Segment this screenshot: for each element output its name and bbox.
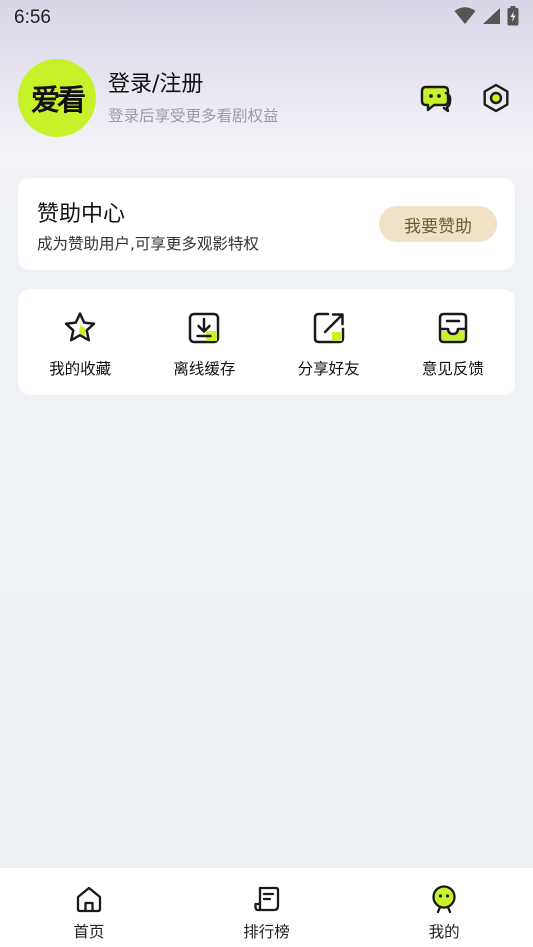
tab-label: 首页 [73, 923, 105, 941]
status-icons [454, 6, 519, 30]
status-bar: 6:56 [0, 0, 533, 36]
feature-label: 分享好友 [297, 360, 360, 378]
star-icon [61, 309, 99, 347]
battery-charging-icon [507, 6, 519, 30]
feature-offline-cache[interactable]: 离线缓存 [142, 289, 266, 395]
features-card: 我的收藏 离线缓存 分享好友 意见反馈 [18, 289, 515, 395]
sponsor-button[interactable]: 我要赞助 [379, 206, 497, 242]
profile-header: 爱看 登录/注册 登录后享受更多看剧权益 [18, 58, 515, 138]
tab-home[interactable]: 首页 [0, 868, 178, 947]
bottom-tab-bar: 首页 排行榜 我的 [0, 867, 533, 947]
profile-face-icon [429, 884, 459, 914]
signal-icon [482, 7, 501, 29]
tab-label: 排行榜 [243, 923, 290, 941]
feature-label: 意见反馈 [421, 360, 484, 378]
app-logo-text: 爱看 [30, 83, 86, 117]
tab-mine[interactable]: 我的 [355, 868, 533, 947]
tab-ranking[interactable]: 排行榜 [178, 868, 356, 947]
home-icon [74, 884, 104, 914]
login-register-title[interactable]: 登录/注册 [108, 70, 279, 100]
status-time: 6:56 [14, 7, 51, 28]
login-subtitle: 登录后享受更多看剧权益 [108, 107, 279, 125]
feedback-inbox-icon [434, 309, 472, 347]
feature-label: 离线缓存 [173, 360, 236, 378]
settings-icon[interactable] [479, 81, 513, 115]
avatar[interactable]: 爱看 [18, 59, 96, 137]
feature-share-friends[interactable]: 分享好友 [267, 289, 391, 395]
ranking-icon [252, 884, 282, 914]
message-icon[interactable] [419, 81, 453, 115]
sponsor-title: 赞助中心 [37, 202, 126, 227]
sponsor-center-card[interactable]: 赞助中心 成为赞助用户,可享更多观影特权 我要赞助 [18, 178, 515, 270]
feature-feedback[interactable]: 意见反馈 [391, 289, 515, 395]
sponsor-subtitle: 成为赞助用户,可享更多观影特权 [37, 235, 259, 253]
tab-label: 我的 [428, 923, 460, 941]
profile-actions [419, 81, 513, 115]
feature-label: 我的收藏 [49, 360, 112, 378]
share-icon [310, 309, 348, 347]
feature-favorites[interactable]: 我的收藏 [18, 289, 142, 395]
profile-info[interactable]: 登录/注册 登录后享受更多看剧权益 [108, 70, 279, 126]
download-icon [185, 309, 223, 347]
wifi-icon [454, 7, 476, 29]
